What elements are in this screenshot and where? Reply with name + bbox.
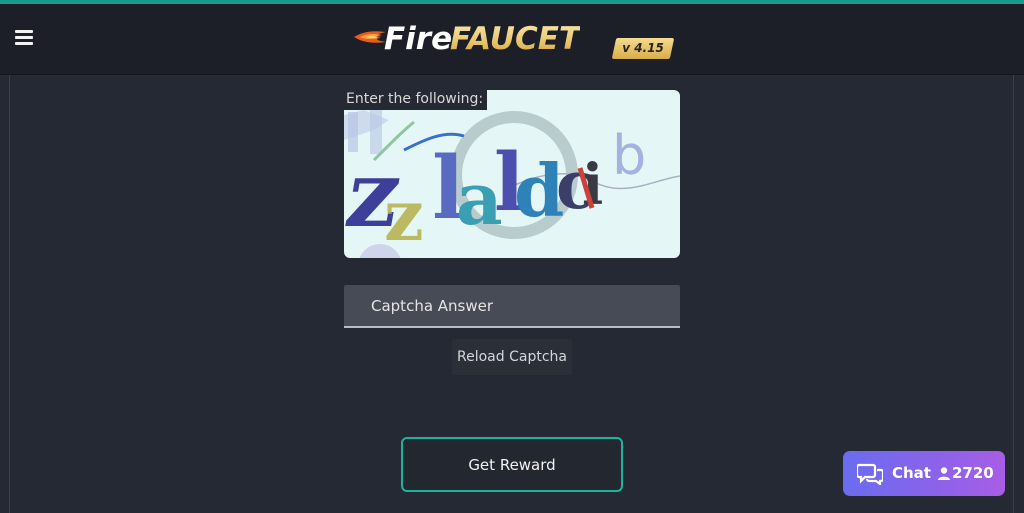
hamburger-menu-icon[interactable] bbox=[15, 30, 33, 46]
svg-text:b: b bbox=[612, 124, 646, 187]
reload-captcha-button[interactable]: Reload Captcha bbox=[452, 339, 572, 375]
captcha-image: b z z l a l d c i bbox=[344, 90, 680, 258]
content-border-right bbox=[1013, 75, 1014, 513]
captcha-prompt-label: Enter the following: bbox=[344, 88, 488, 110]
flame-icon bbox=[354, 31, 386, 43]
user-icon bbox=[938, 467, 950, 480]
chat-online-count: 2720 bbox=[952, 464, 994, 482]
site-logo[interactable]: Fire FAUCET v 4.15 bbox=[352, 16, 676, 62]
captcha-answer-input[interactable] bbox=[344, 285, 680, 328]
get-reward-button[interactable]: Get Reward bbox=[401, 437, 623, 492]
captcha-distorted-text: b z z l a l d c i bbox=[344, 108, 680, 258]
version-badge: v 4.15 bbox=[611, 38, 675, 59]
brand-faucet-text: FAUCET bbox=[450, 21, 581, 57]
brand-fire-text: Fire bbox=[384, 21, 453, 57]
chat-label: Chat bbox=[892, 464, 931, 482]
navbar: Fire FAUCET v 4.15 bbox=[0, 4, 1024, 75]
chat-bubbles-icon bbox=[857, 463, 883, 485]
version-label: v 4.15 bbox=[622, 41, 664, 55]
svg-text:z: z bbox=[384, 174, 424, 257]
content-border-left bbox=[9, 75, 10, 513]
chat-widget-button[interactable]: Chat 2720 bbox=[843, 451, 1005, 496]
